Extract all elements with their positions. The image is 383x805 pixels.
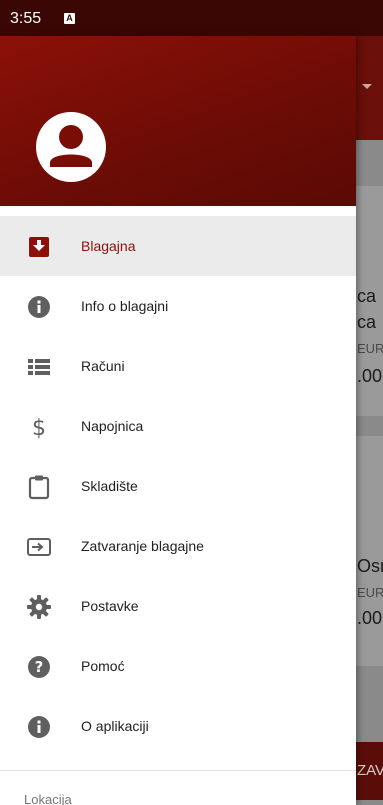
drawer-menu: Blagajna Info o blagajni Računi $ Napojn… [0,216,356,756]
account-circle-icon[interactable] [36,112,106,182]
cash-register-icon [29,237,49,257]
svg-text:$: $ [32,416,46,440]
background-text: .00 [357,366,383,386]
menu-item-label: O aplikaciji [81,718,149,734]
info-icon [28,716,50,738]
list-icon [28,359,50,375]
menu-item-label: Zatvaranje blagajne [81,538,204,554]
info-icon [28,296,50,318]
menu-item-napojnica[interactable]: $ Napojnica [0,396,356,456]
a-badge-icon: A [64,13,75,24]
menu-item-skladiste[interactable]: Skladište [0,456,356,516]
background-text: ca [357,286,377,306]
menu-item-postavke[interactable]: Postavke [0,576,356,636]
background-card [356,436,383,666]
clipboard-icon [28,475,50,500]
background-text: ca [357,312,377,332]
menu-item-label: Skladište [81,478,138,494]
menu-item-racuni[interactable]: Računi [0,336,356,396]
background-footer-text: ZAV [357,762,383,779]
background-text: .00 [357,608,383,628]
menu-item-pomoc[interactable]: ? Pomoć [0,636,356,696]
status-bar: 3:55 A [0,0,383,36]
navigation-drawer: Blagajna Info o blagajni Računi $ Napojn… [0,36,356,805]
menu-item-label: Blagajna [81,238,136,254]
menu-item-label: Napojnica [81,418,144,434]
menu-item-blagajna[interactable]: Blagajna [0,216,356,276]
menu-item-o-aplikaciji[interactable]: O aplikaciji [0,696,356,756]
drawer-divider [0,770,356,771]
drawer-header [0,36,356,206]
menu-item-zatvaranje-blagajne[interactable]: Zatvaranje blagajne [0,516,356,576]
menu-item-label: Info o blagajni [81,298,169,314]
svg-text:?: ? [35,658,44,676]
background-text: EUR [357,585,383,600]
menu-item-label: Pomoć [81,658,125,674]
gear-icon [27,595,51,619]
background-text: Osn [357,556,383,576]
exit-icon [27,538,51,556]
section-label-lokacija: Lokacija [24,792,72,805]
background-text: EUR [357,341,383,356]
dropdown-arrow-icon [362,84,372,89]
dollar-icon: $ [32,416,46,440]
menu-item-label: Računi [81,358,125,374]
menu-item-info-o-blagajni[interactable]: Info o blagajni [0,276,356,336]
status-time: 3:55 [10,10,42,27]
menu-item-label: Postavke [81,598,139,614]
help-icon: ? [28,656,50,678]
